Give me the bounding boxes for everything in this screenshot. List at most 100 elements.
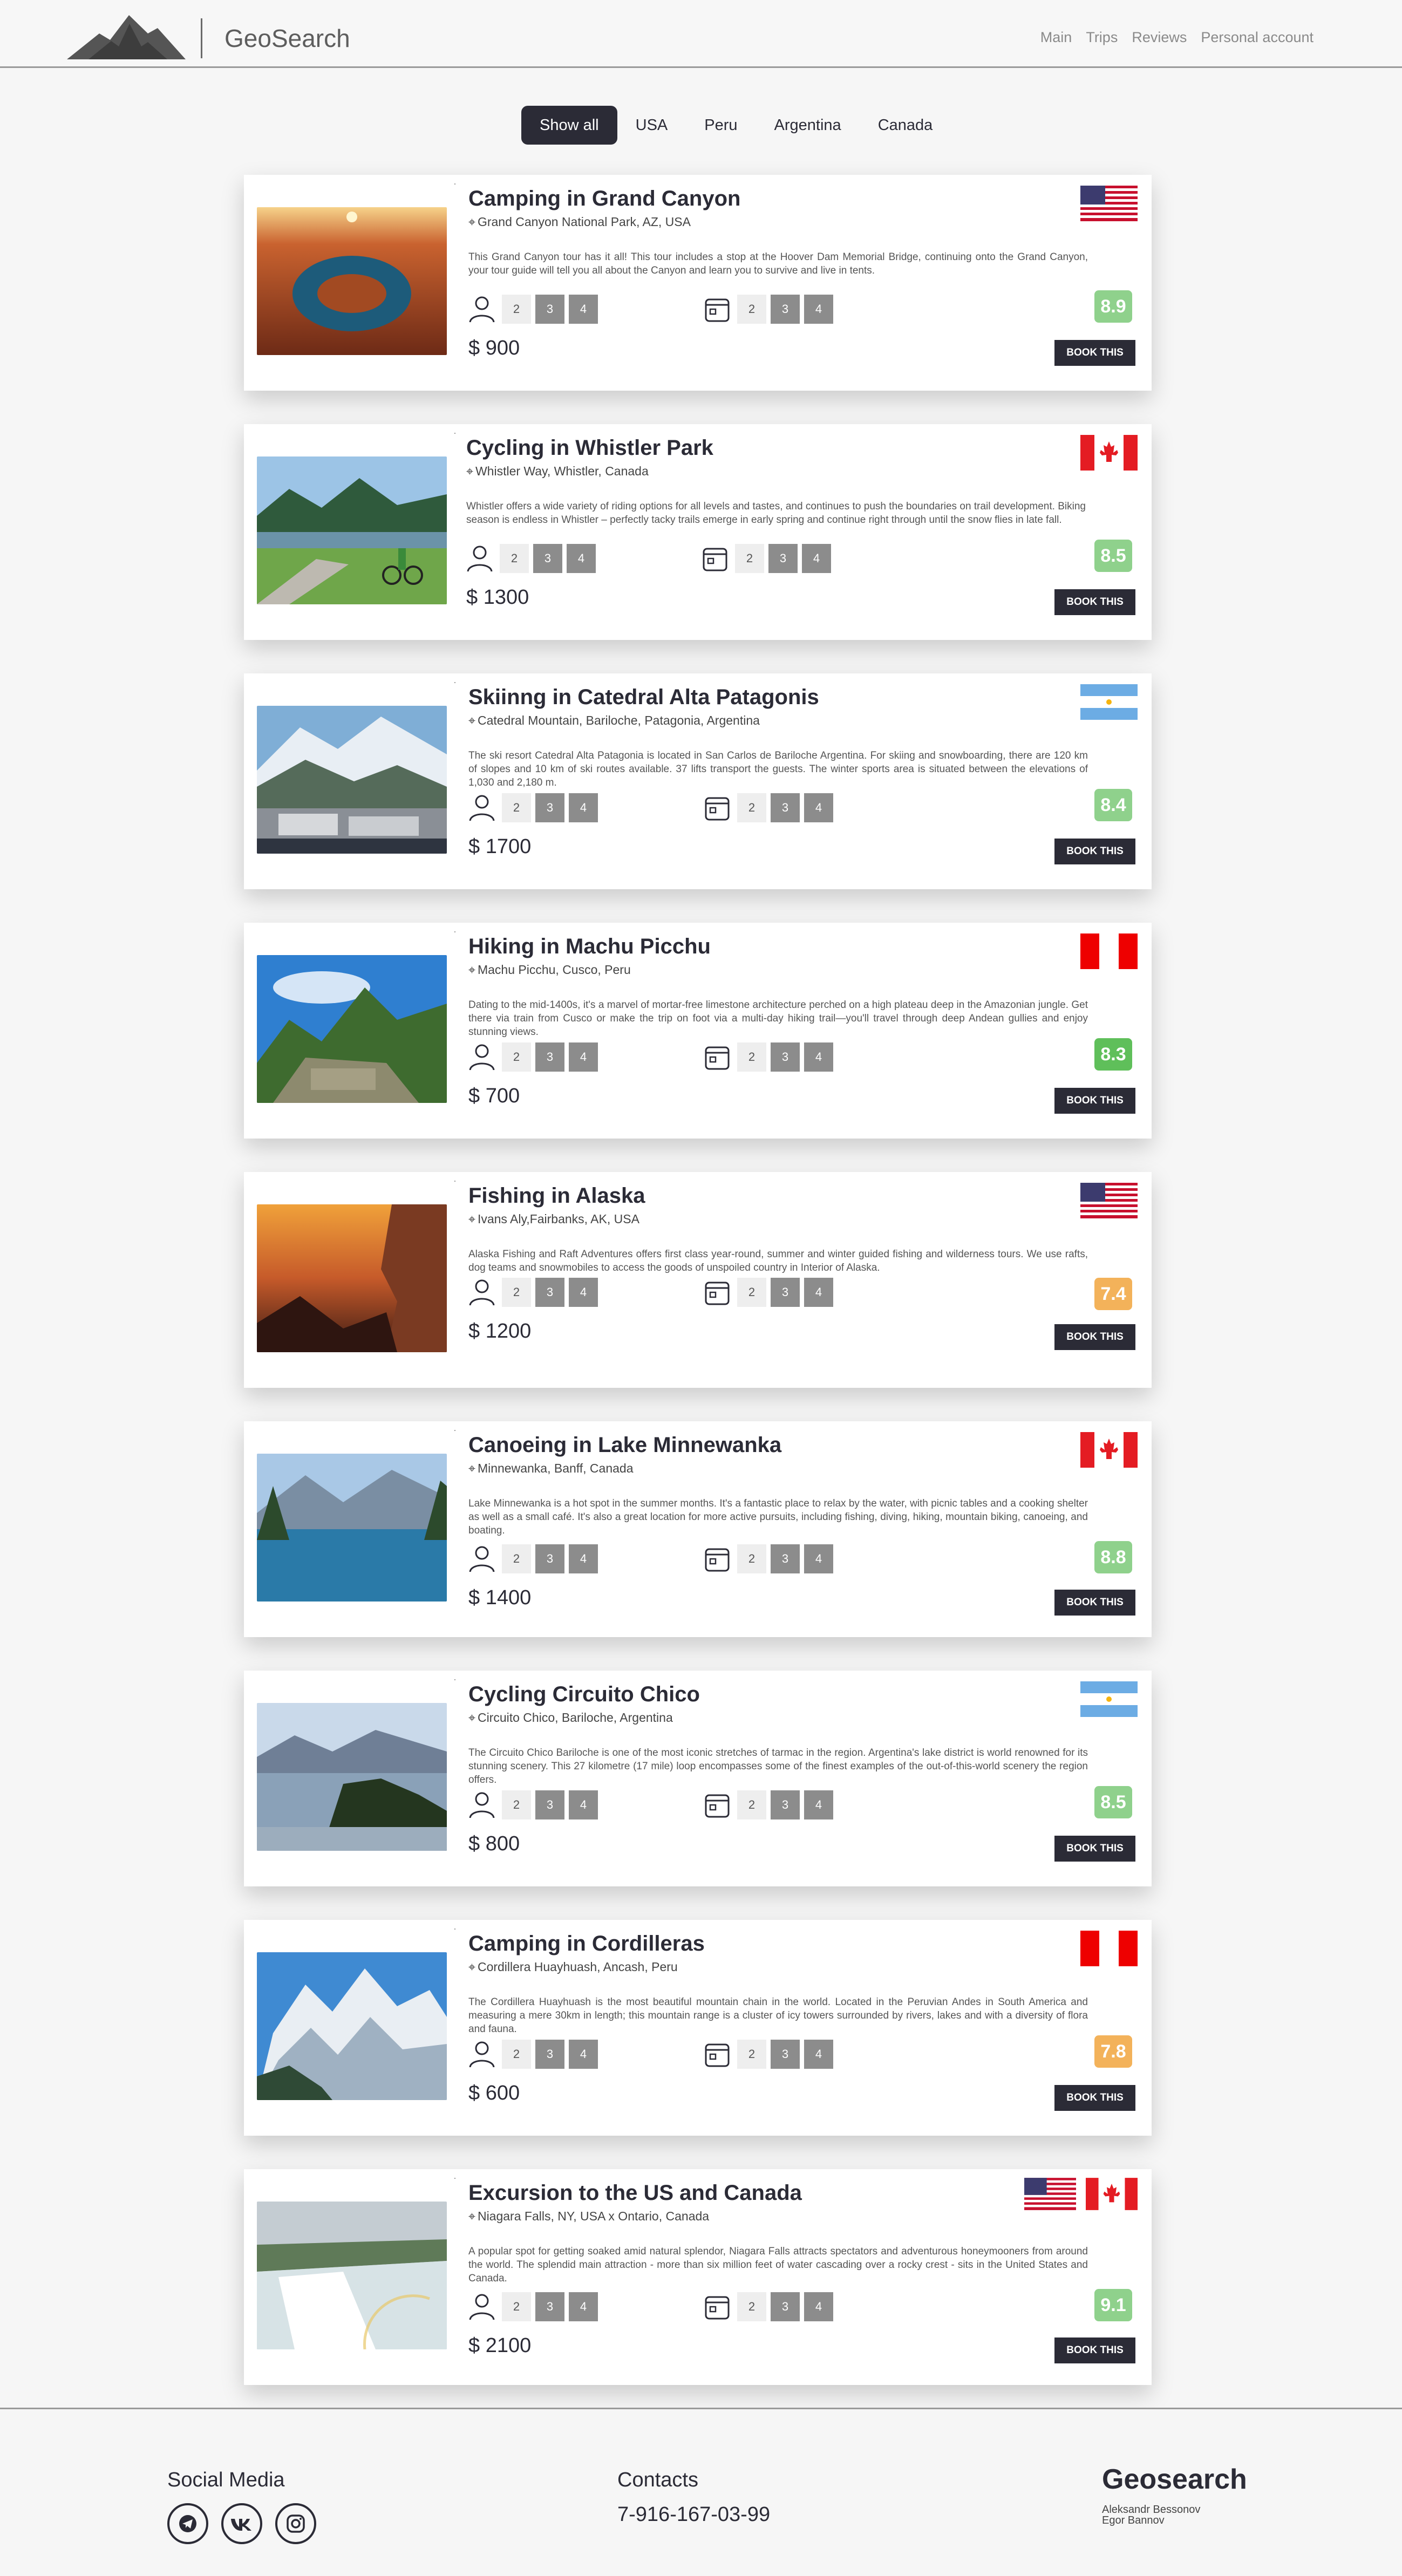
people-option-4[interactable]: 4 xyxy=(569,2040,598,2069)
people-option-3[interactable]: 3 xyxy=(535,1544,564,1573)
book-this-button[interactable]: BOOK THIS xyxy=(1054,589,1135,615)
mountain-logo-icon[interactable] xyxy=(67,12,186,60)
rating-badge: 8.3 xyxy=(1094,1038,1132,1071)
people-option-3[interactable]: 3 xyxy=(535,1790,564,1819)
days-option-2[interactable]: 2 xyxy=(737,1042,766,1072)
people-option-4[interactable]: 4 xyxy=(569,1042,598,1072)
days-option-2[interactable]: 2 xyxy=(737,2040,766,2069)
tour-title[interactable]: Camping in Grand Canyon xyxy=(468,187,740,211)
book-this-button[interactable]: BOOK THIS xyxy=(1054,1590,1135,1616)
days-option-2[interactable]: 2 xyxy=(737,1790,766,1819)
tour-photo[interactable] xyxy=(257,1952,447,2100)
instagram-icon[interactable] xyxy=(275,2503,316,2544)
days-option-2[interactable]: 2 xyxy=(737,295,766,324)
days-option-2[interactable]: 2 xyxy=(737,793,766,822)
days-option-3[interactable]: 3 xyxy=(771,1042,800,1072)
filter-usa[interactable]: USA xyxy=(617,106,686,145)
days-option-3[interactable]: 3 xyxy=(771,295,800,324)
tour-title[interactable]: Cycling in Whistler Park xyxy=(466,436,713,460)
brand-name[interactable]: GeoSearch xyxy=(224,24,350,53)
days-option-3[interactable]: 3 xyxy=(771,2292,800,2321)
tour-title[interactable]: Hiking in Machu Picchu xyxy=(468,935,711,959)
days-option-4[interactable]: 4 xyxy=(802,544,831,573)
days-option-3[interactable]: 3 xyxy=(771,1544,800,1573)
tour-photo[interactable] xyxy=(257,1703,447,1851)
days-option-3[interactable]: 3 xyxy=(768,544,798,573)
filter-peru[interactable]: Peru xyxy=(686,106,756,145)
days-option-4[interactable]: 4 xyxy=(804,2040,833,2069)
telegram-icon[interactable] xyxy=(167,2503,208,2544)
people-option-4[interactable]: 4 xyxy=(569,1790,598,1819)
filter-show-all[interactable]: Show all xyxy=(521,106,617,145)
nav-personal-account[interactable]: Personal account xyxy=(1201,29,1313,46)
tour-photo[interactable] xyxy=(257,1204,447,1352)
people-option-4[interactable]: 4 xyxy=(567,544,596,573)
days-option-4[interactable]: 4 xyxy=(804,1790,833,1819)
people-option-2[interactable]: 2 xyxy=(502,1544,531,1573)
days-option-4[interactable]: 4 xyxy=(804,793,833,822)
people-option-2[interactable]: 2 xyxy=(500,544,529,573)
contact-phone[interactable]: 7-916-167-03-99 xyxy=(617,2503,770,2526)
days-option-4[interactable]: 4 xyxy=(804,295,833,324)
book-this-button[interactable]: BOOK THIS xyxy=(1054,340,1135,366)
people-option-4[interactable]: 4 xyxy=(569,1544,598,1573)
book-this-button[interactable]: BOOK THIS xyxy=(1054,2338,1135,2363)
people-option-3[interactable]: 3 xyxy=(535,2040,564,2069)
days-option-2[interactable]: 2 xyxy=(737,2292,766,2321)
vk-icon[interactable] xyxy=(221,2503,262,2544)
days-option-2[interactable]: 2 xyxy=(737,1278,766,1307)
nav-main[interactable]: Main xyxy=(1040,29,1072,46)
nav-trips[interactable]: Trips xyxy=(1086,29,1118,46)
tour-title[interactable]: Cycling Circuito Chico xyxy=(468,1682,700,1707)
days-option-3[interactable]: 3 xyxy=(771,793,800,822)
tour-location: ⌖ Grand Canyon National Park, AZ, USA xyxy=(468,215,691,229)
book-this-button[interactable]: BOOK THIS xyxy=(1054,2085,1135,2111)
nav-reviews[interactable]: Reviews xyxy=(1132,29,1187,46)
tour-title[interactable]: Camping in Cordilleras xyxy=(468,1932,705,1956)
days-option-4[interactable]: 4 xyxy=(804,2292,833,2321)
book-this-button[interactable]: BOOK THIS xyxy=(1054,839,1135,864)
days-option-3[interactable]: 3 xyxy=(771,2040,800,2069)
tour-photo[interactable] xyxy=(257,456,447,604)
book-this-button[interactable]: BOOK THIS xyxy=(1054,1324,1135,1350)
tour-title[interactable]: Fishing in Alaska xyxy=(468,1184,645,1208)
people-option-2[interactable]: 2 xyxy=(502,1278,531,1307)
people-option-2[interactable]: 2 xyxy=(502,1042,531,1072)
tour-photo[interactable] xyxy=(257,207,447,355)
tour-photo[interactable] xyxy=(257,1454,447,1602)
filter-argentina[interactable]: Argentina xyxy=(756,106,860,145)
people-option-3[interactable]: 3 xyxy=(535,2292,564,2321)
filter-canada[interactable]: Canada xyxy=(860,106,951,145)
people-option-3[interactable]: 3 xyxy=(535,1042,564,1072)
days-option-4[interactable]: 4 xyxy=(804,1544,833,1573)
book-this-button[interactable]: BOOK THIS xyxy=(1054,1088,1135,1114)
people-option-4[interactable]: 4 xyxy=(569,295,598,324)
tour-title[interactable]: Excursion to the US and Canada xyxy=(468,2181,802,2205)
people-option-3[interactable]: 3 xyxy=(535,793,564,822)
tour-title[interactable]: Skiinng in Catedral Alta Patagonis xyxy=(468,685,819,710)
people-option-2[interactable]: 2 xyxy=(502,295,531,324)
people-option-3[interactable]: 3 xyxy=(535,1278,564,1307)
people-option-2[interactable]: 2 xyxy=(502,1790,531,1819)
days-option-4[interactable]: 4 xyxy=(804,1042,833,1072)
people-option-3[interactable]: 3 xyxy=(535,295,564,324)
people-option-4[interactable]: 4 xyxy=(569,1278,598,1307)
days-option-2[interactable]: 2 xyxy=(735,544,764,573)
people-option-4[interactable]: 4 xyxy=(569,2292,598,2321)
logo-divider xyxy=(201,18,202,58)
days-option-4[interactable]: 4 xyxy=(804,1278,833,1307)
people-option-3[interactable]: 3 xyxy=(533,544,562,573)
people-option-2[interactable]: 2 xyxy=(502,2040,531,2069)
tour-photo[interactable] xyxy=(257,955,447,1103)
days-option-3[interactable]: 3 xyxy=(771,1790,800,1819)
tour-photo[interactable] xyxy=(257,2202,447,2349)
people-option-2[interactable]: 2 xyxy=(502,793,531,822)
people-option-2[interactable]: 2 xyxy=(502,2292,531,2321)
map-pin-icon: ⌖ xyxy=(468,215,475,229)
days-option-3[interactable]: 3 xyxy=(771,1278,800,1307)
people-option-4[interactable]: 4 xyxy=(569,793,598,822)
days-option-2[interactable]: 2 xyxy=(737,1544,766,1573)
tour-photo[interactable] xyxy=(257,706,447,854)
tour-title[interactable]: Canoeing in Lake Minnewanka xyxy=(468,1433,781,1457)
book-this-button[interactable]: BOOK THIS xyxy=(1054,1836,1135,1862)
